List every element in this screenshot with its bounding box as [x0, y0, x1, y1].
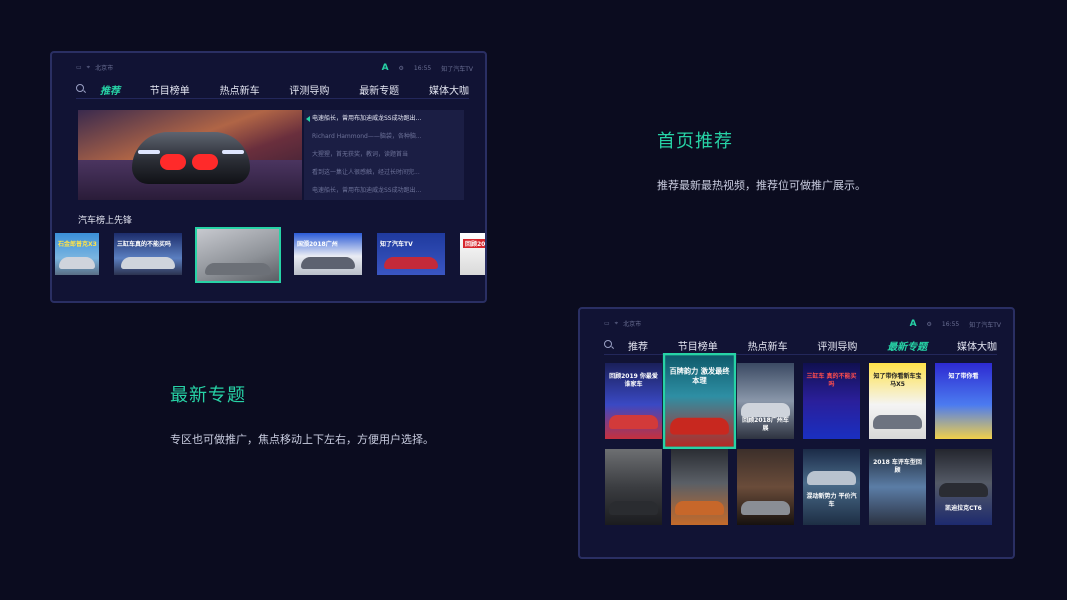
search-icon[interactable] [76, 84, 86, 94]
city-label: 北京市 [623, 321, 642, 328]
tab-recommend[interactable]: 推荐 [628, 338, 648, 353]
topic-tile[interactable]: 知了带你看新车宝马X5 [869, 363, 926, 439]
tab-hot-new-cars[interactable]: 热点新车 [748, 338, 788, 353]
tab-recommend[interactable]: 推荐 [100, 82, 120, 97]
settings-icon[interactable]: ⚙ [399, 65, 404, 72]
tab-review-guide[interactable]: 评测导购 [289, 82, 329, 97]
status-bar: ▭ ⌖ 北京市 A ⚙ 16:55 知了汽车TV [76, 63, 473, 73]
tab-media-stars[interactable]: 媒体大咖 [429, 82, 469, 97]
topic-tile[interactable]: 回顾2019 你最爱谁家车 [605, 363, 662, 439]
caption-title: 首页推荐 [657, 131, 733, 152]
settings-icon[interactable]: ⚙ [927, 321, 932, 328]
caption-desc: 推荐最新最热视频，推荐位可做推广展示。 [657, 179, 866, 192]
home-recommend-screen: ▭ ⌖ 北京市 A ⚙ 16:55 知了汽车TV 推荐 节目榜单 热点新车 评测… [50, 51, 487, 303]
section-title: 汽车榜上先锋 [78, 216, 133, 226]
latest-topics-screen: ▭ ⌖ 北京市 A ⚙ 16:55 知了汽车TV 推荐 节目榜单 热点新车 评测… [578, 307, 1015, 559]
location-icon: ⌖ [614, 319, 619, 327]
topic-tile[interactable]: 混动新势力 平价汽车 [803, 449, 860, 525]
tab-program-list[interactable]: 节目榜单 [678, 338, 718, 353]
caption-desc: 专区也可做推广，焦点移动上下左右，方便用户选择。 [170, 433, 434, 446]
video-thumb[interactable]: 回顾201 [460, 233, 485, 275]
video-thumb[interactable]: 国颁2018广州 [294, 233, 362, 275]
topic-tile[interactable]: 知了带你看 [935, 363, 992, 439]
car-image [132, 132, 250, 184]
topic-tile-focused[interactable]: 百牌韵力 激发最终本理 [662, 352, 737, 450]
news-item[interactable]: 大猩猩，首无获奖，教词，读题首当 [304, 146, 464, 164]
tab-latest-topics[interactable]: 最新专题 [359, 82, 399, 97]
news-item[interactable]: 电速船长，曾用布加迪威龙SS成功跑出... [304, 110, 464, 128]
topic-tile[interactable]: 凯迪拉克CT6 [935, 449, 992, 525]
topic-tile[interactable] [737, 449, 794, 525]
topic-tile[interactable]: 三缸车 真的不能买吗 [803, 363, 860, 439]
news-item[interactable]: Richard Hammond——脑袋，各种脑... [304, 128, 464, 146]
tab-review-guide[interactable]: 评测导购 [817, 338, 857, 353]
status-bar: ▭ ⌖ 北京市 A ⚙ 16:55 知了汽车TV [604, 319, 1001, 329]
tab-hot-new-cars[interactable]: 热点新车 [220, 82, 260, 97]
clock: 16:55 [941, 320, 960, 328]
news-item[interactable]: 电速船长，曾用布加迪威龙SS成功跑出... [304, 182, 464, 200]
clock: 16:55 [413, 64, 432, 72]
news-list: 电速船长，曾用布加迪威龙SS成功跑出... Richard Hammond——脑… [304, 110, 464, 200]
topic-tile[interactable] [671, 449, 728, 525]
pioneer-row: 石金郎普克X3 三缸车真的不能买吗 国颁2018广州 知了汽车TV 回顾201 [52, 227, 485, 283]
topic-tile[interactable]: 2018 车评车型回顾 [869, 449, 926, 525]
brand-a-icon: A [381, 63, 389, 73]
nav-divider [604, 354, 997, 355]
tab-program-list[interactable]: 节目榜单 [150, 82, 190, 97]
topic-tile[interactable]: 回顾2018广州车展 [737, 363, 794, 439]
topic-tile[interactable] [605, 449, 662, 525]
caption-title: 最新专题 [170, 385, 246, 406]
city-label: 北京市 [95, 65, 114, 72]
folder-icon: ▭ [76, 64, 82, 71]
hero-banner[interactable] [78, 110, 302, 200]
tab-latest-topics[interactable]: 最新专题 [887, 338, 927, 353]
brand-label: 知了汽车TV [969, 321, 1001, 329]
video-thumb[interactable]: 石金郎普克X3 [55, 233, 99, 275]
brand-a-icon: A [909, 319, 917, 329]
news-item[interactable]: 看到这一集让人很感触，经过长时间完... [304, 164, 464, 182]
nav-divider [76, 98, 469, 99]
video-thumb-focused[interactable] [195, 227, 281, 283]
tab-media-stars[interactable]: 媒体大咖 [957, 338, 997, 353]
location-icon: ⌖ [86, 63, 91, 71]
top-nav: 推荐 节目榜单 热点新车 评测导购 最新专题 媒体大咖 [76, 81, 469, 97]
video-thumb[interactable]: 知了汽车TV [377, 233, 445, 275]
top-nav: 推荐 节目榜单 热点新车 评测导购 最新专题 媒体大咖 [604, 337, 997, 353]
brand-label: 知了汽车TV [441, 65, 473, 73]
video-thumb[interactable]: 三缸车真的不能买吗 [114, 233, 182, 275]
search-icon[interactable] [604, 340, 614, 350]
folder-icon: ▭ [604, 320, 610, 327]
